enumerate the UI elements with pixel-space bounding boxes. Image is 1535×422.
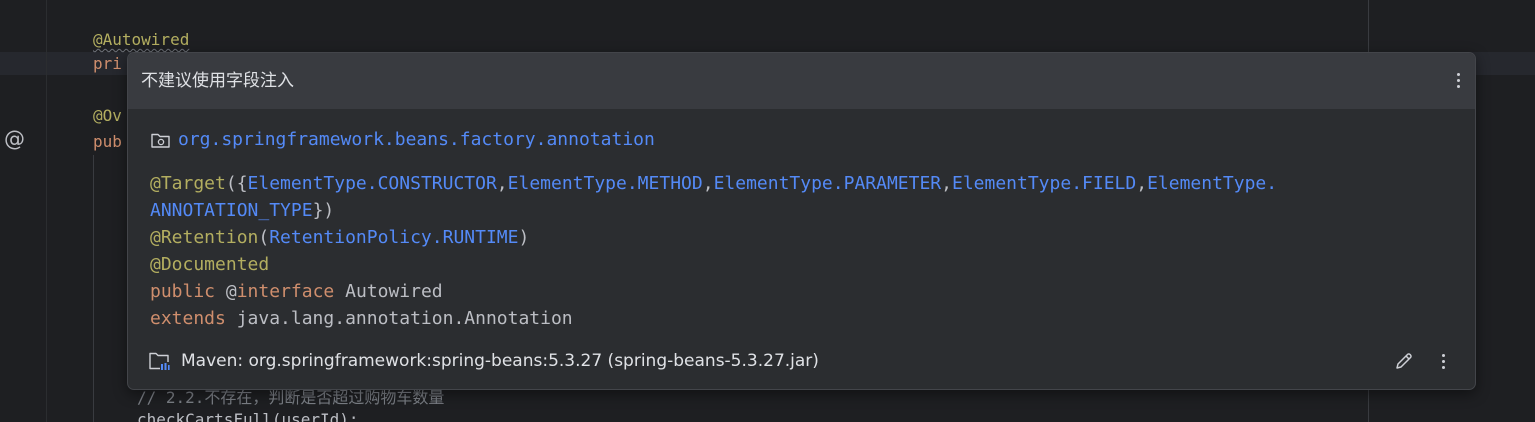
target-close: }) bbox=[312, 200, 335, 221]
element-type-link[interactable]: ElementType.FIELD bbox=[952, 173, 1136, 194]
package-link[interactable]: org.springframework.beans.factory.annota… bbox=[178, 129, 655, 151]
public-keyword: public bbox=[150, 281, 216, 302]
retention-open: ( bbox=[258, 227, 270, 248]
extends-keyword: extends bbox=[150, 308, 226, 329]
library-row: Maven: org.springframework:spring-beans:… bbox=[148, 349, 819, 373]
more-vertical-icon[interactable] bbox=[1431, 348, 1455, 374]
retention-policy-link[interactable]: RetentionPolicy.RUNTIME bbox=[269, 227, 518, 248]
library-label: Maven: org.springframework:spring-beans:… bbox=[181, 351, 819, 371]
element-type-link[interactable]: ElementType.CONSTRUCTOR bbox=[248, 173, 497, 194]
element-type-link[interactable]: ElementType.PARAMETER bbox=[714, 173, 942, 194]
retention-close: ) bbox=[518, 227, 530, 248]
pencil-icon[interactable] bbox=[1392, 349, 1416, 373]
package-folder-icon bbox=[151, 133, 170, 148]
library-folder-icon bbox=[149, 352, 170, 371]
target-open: ({ bbox=[225, 173, 248, 194]
quick-documentation-popup: 不建议使用字段注入 org.springframework.beans.fact… bbox=[127, 52, 1476, 390]
comma: , bbox=[1136, 173, 1148, 194]
code-line-public[interactable]: pub bbox=[93, 132, 122, 152]
indent-guide bbox=[93, 155, 94, 422]
element-type-link[interactable]: ElementType. bbox=[1147, 173, 1277, 194]
declaration-signature: @Target({ElementType.CONSTRUCTOR,Element… bbox=[150, 170, 1277, 332]
code-line-comment[interactable]: // 2.2.不存在，判断是否超过购物车数量 bbox=[137, 388, 444, 408]
interface-keyword: interface bbox=[236, 281, 335, 302]
popup-header: 不建议使用字段注入 bbox=[128, 53, 1475, 109]
comma: , bbox=[941, 173, 952, 194]
element-type-link[interactable]: ElementType.METHOD bbox=[508, 173, 703, 194]
documented-annotation: @Documented bbox=[150, 254, 270, 275]
inspection-title: 不建议使用字段注入 bbox=[141, 71, 294, 91]
code-line-autowired[interactable]: @Autowired bbox=[93, 30, 189, 50]
override-gutter-icon[interactable]: @ bbox=[4, 127, 26, 151]
comma: , bbox=[496, 173, 508, 194]
code-line-private[interactable]: pri bbox=[93, 54, 122, 74]
element-type-link[interactable]: ANNOTATION_TYPE bbox=[150, 200, 313, 221]
more-vertical-icon[interactable] bbox=[1446, 65, 1470, 95]
at-sign: @ bbox=[225, 281, 237, 302]
type-name: Autowired bbox=[345, 281, 443, 302]
gutter-divider bbox=[46, 0, 47, 422]
code-line-call[interactable]: checkCartsFull(userId); bbox=[137, 410, 359, 422]
retention-annotation: @Retention bbox=[150, 227, 259, 248]
comma: , bbox=[702, 173, 714, 194]
super-type: java.lang.annotation.Annotation bbox=[236, 308, 573, 329]
target-annotation: @Target bbox=[150, 173, 226, 194]
package-row: org.springframework.beans.factory.annota… bbox=[150, 129, 655, 151]
code-line-override[interactable]: @Ov bbox=[93, 106, 122, 126]
